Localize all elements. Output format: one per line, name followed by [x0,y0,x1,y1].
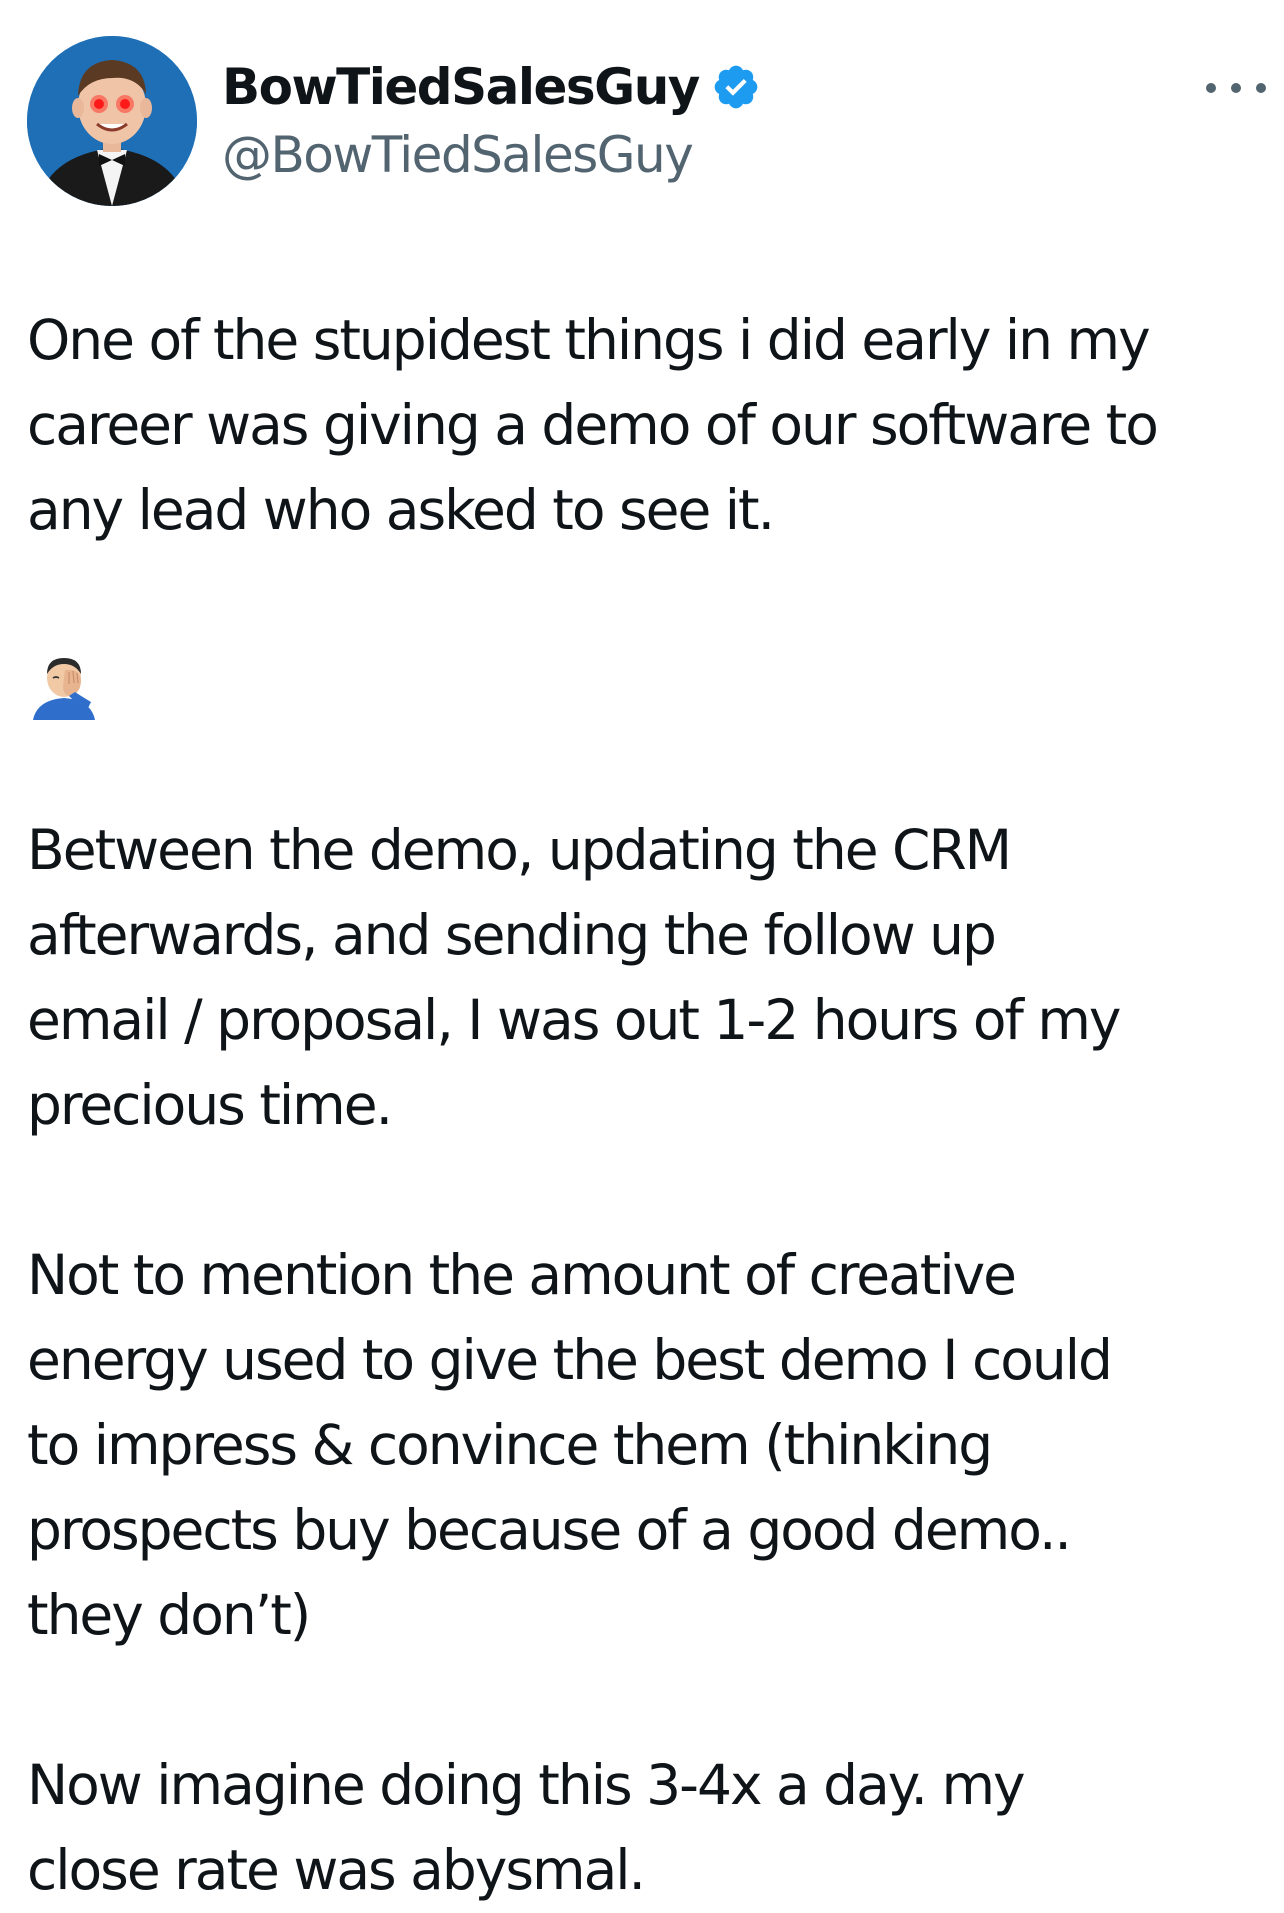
more-options-icon [1231,83,1241,93]
tweet-line: Not to mention the amount of creative [27,1243,1017,1307]
avatar[interactable] [27,36,197,206]
more-options-icon [1206,83,1216,93]
tweet-line: Between the demo, updating the CRM [27,818,1012,882]
author-display-name[interactable]: BowTiedSalesGuy [222,58,700,116]
tweet-line: any lead who asked to see it. [27,478,775,542]
tweet-line: precious time. [27,1073,393,1137]
author-handle[interactable]: @BowTiedSalesGuy [222,122,694,188]
emoji-line [27,638,1272,723]
tweet-line: One of the stupidest things i did early … [27,308,1151,372]
tweet-line: to impress & convince them (thinking [27,1413,993,1477]
tweet-line: close rate was abysmal. [27,1838,646,1902]
tweet-line: they don’t) [27,1583,311,1647]
verified-badge-icon [711,62,761,112]
tweet-text: One of the stupidest things i did early … [27,298,1272,1913]
author-name-row[interactable]: BowTiedSalesGuy [222,52,761,122]
tweet-line: career was giving a demo of our software… [27,393,1159,457]
tweet-line: energy used to give the best demo I coul… [27,1328,1113,1392]
more-options-icon [1256,83,1266,93]
tweet-line: email / proposal, I was out 1-2 hours of… [27,988,1121,1052]
tweet-line: prospects buy because of a good demo.. [27,1498,1072,1562]
tweet-line: Now imagine doing this 3-4x a day. my [27,1753,1026,1817]
man-facepalming-emoji [33,658,95,720]
avatar-image [27,36,197,206]
tweet-line: afterwards, and sending the follow up [27,903,997,967]
more-options-button[interactable] [1206,70,1266,106]
